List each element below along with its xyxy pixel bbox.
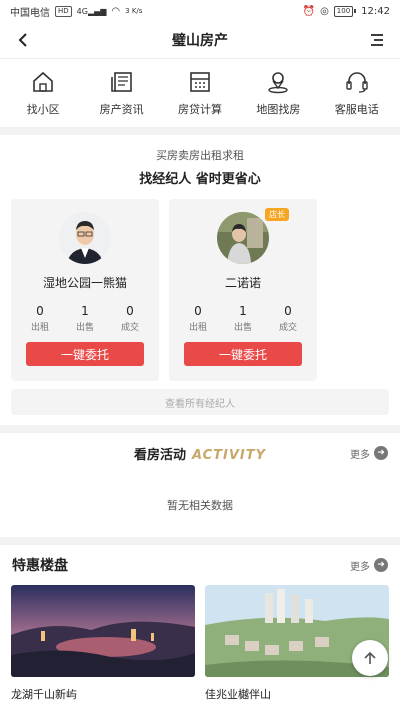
agent-stats: 0 出租 1 出售 0 成交	[178, 304, 308, 333]
calculator-icon	[190, 72, 210, 92]
view-all-agents-button[interactable]: 查看所有经纪人	[11, 389, 389, 415]
agents-title: 找经纪人 省时更省心	[139, 172, 261, 187]
agent-card[interactable]: 店长 二诺诺 0 出租 1 出售 0 成交 一键委托	[169, 199, 317, 381]
nav-item-community[interactable]: 找小区	[4, 69, 82, 117]
arrow-up-icon	[364, 651, 376, 664]
agents-section: 买房卖房出租求租 找经纪人 省时更省心 湿地公园一熊猫 0 出租 1 出售 0 …	[0, 135, 400, 425]
nav-item-service-phone[interactable]: 客服电话	[318, 69, 396, 117]
deal-image	[11, 585, 195, 677]
quick-nav: 找小区 房产资讯 房贷计算 地图找房 客服电话	[0, 58, 400, 127]
agent-stats: 0 出租 1 出售 0 成交	[20, 304, 150, 333]
headset-icon	[346, 72, 368, 93]
manager-badge: 店长	[265, 208, 289, 221]
carrier-text: 中国电信	[10, 7, 50, 19]
nav-item-news[interactable]: 房产资讯	[83, 69, 161, 117]
menu-button[interactable]	[366, 29, 388, 51]
nav-label: 找小区	[26, 103, 60, 116]
app-header: 璧山房产	[0, 22, 400, 58]
page-title: 璧山房产	[172, 33, 228, 49]
stat-deal: 0 成交	[120, 304, 139, 333]
signal-icon: 4G▂▄▆	[76, 6, 107, 16]
agent-name: 二诺诺	[224, 276, 261, 290]
alarm-icon: ⏰	[302, 5, 316, 17]
activity-empty-text: 暂无相关数据	[167, 499, 233, 512]
back-arrow-icon	[18, 33, 27, 47]
agents-subtitle: 买房卖房出租求租	[156, 149, 244, 162]
agent-list: 湿地公园一熊猫 0 出租 1 出售 0 成交 一键委托 店长 二诺诺 0 出租 …	[11, 199, 389, 381]
deal-list: 龙湖千山新屿 佳兆业樾伴山	[0, 585, 400, 702]
entrust-button[interactable]: 一键委托	[26, 342, 144, 366]
agent-avatar	[59, 212, 111, 264]
newspaper-icon	[110, 72, 132, 92]
deals-title: 特惠楼盘	[12, 558, 68, 574]
deal-name: 龙湖千山新屿	[11, 688, 77, 701]
status-bar: 中国电信 HD 4G▂▄▆ ◠ 3 K/s ⏰ ◎ 100 12:42	[0, 0, 400, 22]
back-button[interactable]	[12, 29, 34, 51]
section-divider	[0, 127, 400, 135]
nav-item-loan-calculator[interactable]: 房贷计算	[161, 69, 239, 117]
section-divider	[0, 537, 400, 545]
agent-card[interactable]: 湿地公园一熊猫 0 出租 1 出售 0 成交 一键委托	[11, 199, 159, 381]
nav-item-map-search[interactable]: 地图找房	[239, 69, 317, 117]
wifi-icon: ◠	[111, 5, 121, 17]
entrust-button[interactable]: 一键委托	[184, 342, 302, 366]
clock-text: 12:42	[361, 5, 390, 17]
nav-label: 房产资讯	[99, 103, 144, 116]
deals-header: 特惠楼盘 更多 ➜	[0, 545, 400, 585]
stat-rent: 0 出租	[188, 304, 207, 333]
arrow-right-icon: ➜	[374, 446, 388, 460]
map-person-icon	[268, 72, 289, 94]
stat-deal: 0 成交	[278, 304, 297, 333]
nav-label: 房贷计算	[177, 103, 222, 116]
deals-more-link[interactable]: 更多 ➜	[350, 558, 388, 573]
activity-header: 看房活动 ACTIVITY 更多 ➜	[0, 433, 400, 473]
stat-rent: 0 出租	[30, 304, 49, 333]
activity-title: 看房活动 ACTIVITY	[133, 447, 267, 463]
deal-card[interactable]: 龙湖千山新屿	[11, 585, 195, 702]
arrow-right-icon: ➜	[374, 558, 388, 572]
agent-avatar	[217, 212, 269, 264]
deals-section: 特惠楼盘 更多 ➜ 龙湖千山新屿 佳兆业樾伴山	[0, 545, 400, 702]
section-divider	[0, 425, 400, 433]
agent-name: 湿地公园一熊猫	[42, 276, 127, 290]
activity-section: 看房活动 ACTIVITY 更多 ➜ 暂无相关数据	[0, 433, 400, 537]
activity-title-en: ACTIVITY	[191, 447, 267, 463]
battery-icon: 100	[333, 5, 357, 17]
activity-more-link[interactable]: 更多 ➜	[350, 446, 388, 461]
network-badge: HD	[55, 5, 72, 17]
speed-text: 3 K/s	[125, 7, 143, 15]
nav-label: 地图找房	[256, 103, 301, 116]
scroll-top-button[interactable]	[352, 640, 388, 676]
nav-label: 客服电话	[334, 103, 379, 116]
stat-sale: 1 出售	[75, 304, 94, 333]
deal-name: 佳兆业樾伴山	[205, 688, 271, 701]
house-icon	[33, 71, 53, 92]
menu-icon	[371, 34, 383, 46]
location-icon: ◎	[320, 5, 329, 17]
stat-sale: 1 出售	[233, 304, 252, 333]
